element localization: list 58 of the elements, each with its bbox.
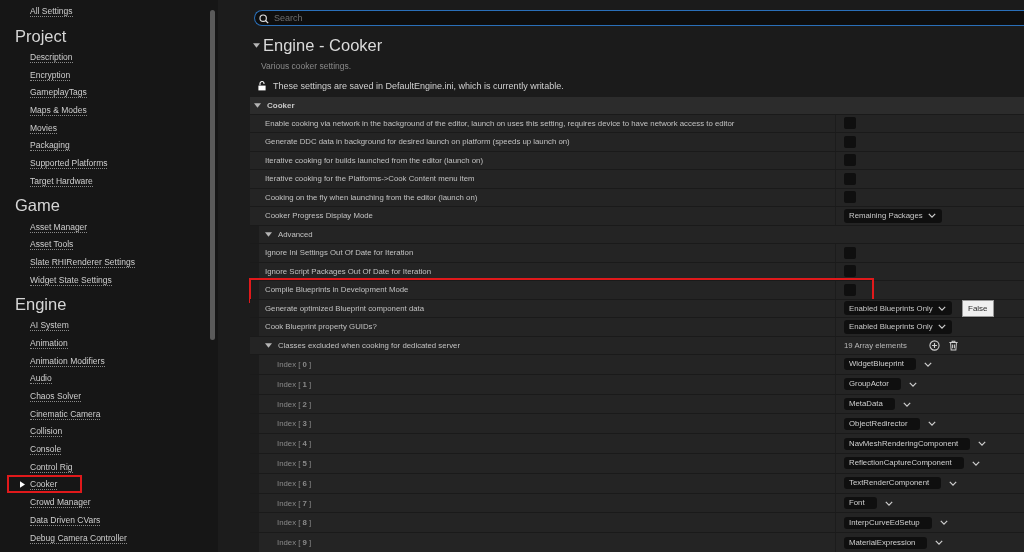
chevron-down-icon[interactable] [924,361,933,367]
page-description: Various cooker settings. [261,61,353,71]
settings-link[interactable]: Description [30,52,73,64]
chevron-down-icon[interactable] [908,381,917,387]
scrollbar[interactable] [210,10,215,340]
chevron-down-icon[interactable] [949,480,958,486]
expanded-arrow-icon[interactable] [265,230,272,238]
search-field[interactable]: Search [254,10,1024,26]
settings-link[interactable]: Chaos Solver [30,391,82,403]
chevron-down-icon[interactable] [935,540,944,546]
unlocked-padlock-icon [258,81,266,91]
settings-link[interactable]: Target Hardware [30,175,93,187]
settings-link[interactable]: Animation Modifiers [30,355,105,367]
settings-link[interactable]: Crowd Manager [30,497,91,509]
settings-link[interactable]: Audio [30,373,52,385]
chevron-down-icon[interactable] [927,421,936,427]
chevron-down-icon[interactable] [971,460,980,466]
page-title: Engine - Cooker [263,35,383,55]
settings-link[interactable]: Slate RHIRenderer Settings [30,256,135,268]
chevron-down-icon [927,213,936,219]
settings-link[interactable]: Debug Camera Controller [30,532,127,544]
settings-link[interactable]: Control Rig [30,461,73,473]
config-notice: These settings are saved in DefaultEngine.ini, which is currently writable. [273,81,564,91]
chevron-down-icon [937,305,946,311]
settings-link[interactable]: Asset Tools [30,239,74,251]
settings-link[interactable]: AI System [30,320,69,332]
settings-link[interactable]: GameplayTags [30,87,87,99]
settings-link[interactable]: Console [30,444,62,456]
expanded-arrow-icon[interactable] [254,101,261,109]
add-icon[interactable] [928,339,940,351]
category-heading: Engine [15,293,68,315]
trash-icon[interactable] [947,339,959,351]
chevron-down-icon[interactable] [884,500,893,506]
settings-link[interactable]: Widget State Settings [30,274,112,286]
settings-link[interactable]: Animation [30,337,68,349]
tooltip: False [962,300,994,318]
chevron-down-icon [937,324,946,330]
settings-link[interactable]: Cooker [30,479,58,491]
category-heading: Game [15,195,61,217]
settings-link[interactable]: Maps & Modes [30,105,87,117]
settings-link[interactable]: Supported Platforms [30,158,108,170]
settings-link[interactable]: Asset Manager [30,221,88,233]
settings-link[interactable]: Encryption [30,69,71,81]
settings-link[interactable]: Packaging [30,140,70,152]
chevron-down-icon[interactable] [902,401,911,407]
expanded-arrow-icon[interactable] [253,41,260,49]
expanded-arrow-icon[interactable] [265,341,272,349]
settings-link[interactable]: Data Driven CVars [30,514,101,526]
settings-link[interactable]: Cinematic Camera [30,408,101,420]
chevron-down-icon[interactable] [978,441,987,447]
category-heading: Project [15,25,68,47]
search-icon [259,14,269,24]
section-title[interactable]: Cooker [267,100,295,110]
settings-link[interactable]: All Settings [30,6,73,18]
settings-link[interactable]: Movies [30,122,57,134]
checkbox[interactable] [844,265,856,278]
chevron-down-icon[interactable] [939,520,948,526]
settings-link[interactable]: Collision [30,426,63,438]
